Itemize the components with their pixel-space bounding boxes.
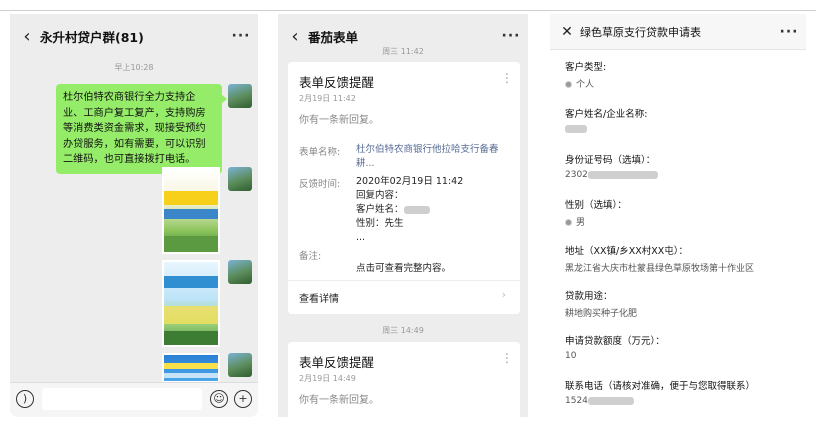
field-label: 申请贷款额度（万元）： (565, 336, 665, 347)
chat-header: ‹ 永升村贷户群(81) ··· (10, 14, 258, 58)
loan-purpose-value: 耕地购买种子化肥 (565, 309, 638, 319)
message-input[interactable] (42, 388, 202, 410)
radio-icon (565, 81, 572, 88)
more-options-icon[interactable]: ··· (224, 28, 258, 44)
card-description: 你有一条新回复。 (299, 395, 379, 406)
id-number-value: 2302 (565, 170, 658, 180)
view-details-link[interactable]: 查看详情 (299, 290, 339, 305)
redacted-phone (587, 396, 634, 405)
field-label: 身份证号码（选填）： (565, 155, 656, 166)
card-more-icon[interactable]: ··· (498, 352, 513, 364)
poster-image-3[interactable] (162, 353, 220, 383)
loan-application-screen: ✕ 绿色草原支行贷款申请表 ··· 客户类型: 个人 客户姓名/企业名称: 身份… (550, 14, 806, 417)
chevron-right-icon: › (501, 288, 506, 301)
customer-name-value (565, 124, 587, 134)
field-label: 联系电话（请核对准确，便于与您取得联系） (565, 381, 756, 392)
card-more-icon[interactable]: ··· (498, 72, 513, 84)
more-options-icon[interactable]: ··· (494, 28, 528, 44)
avatar[interactable] (228, 84, 252, 108)
feedback-card-1[interactable]: 表单反馈提醒 2月19日 11:42 你有一条新回复。 ··· 表单名称: 杜尔… (288, 62, 520, 314)
divider (288, 280, 520, 281)
feedback-time-value: 2020年02月19日 11:42 (356, 176, 464, 187)
redacted-name (565, 124, 587, 133)
field-label: 贷款用途： (565, 291, 613, 302)
field-label: 性别（选填）： (565, 200, 627, 211)
forms-title: 番茄表单 (308, 29, 359, 45)
feedback-time-label: 反馈时间: (299, 179, 341, 190)
card-description: 你有一条新回复。 (299, 115, 379, 126)
top-divider (0, 10, 816, 11)
form-feedback-screen: ‹ 番茄表单 ··· 周三 11:42 表单反馈提醒 2月19日 11:42 你… (278, 14, 528, 417)
plus-icon[interactable]: + (234, 390, 252, 408)
form-name-value[interactable]: 杜尔伯特农商银行他拉哈支行备春耕... (356, 143, 506, 170)
chat-timestamp: 早上10:28 (114, 63, 154, 72)
back-arrow-icon[interactable]: ‹ (278, 26, 308, 47)
address-value: 黑龙江省大庆市杜蒙县绿色草原牧场第十作业区 (565, 264, 755, 274)
phone-value: 1524 (565, 396, 634, 406)
ellipsis-line: ... (356, 232, 366, 243)
close-icon[interactable]: ✕ (550, 24, 580, 40)
customer-name-line: 客户姓名： (356, 203, 430, 217)
gender-line: 性别：先生 (356, 218, 404, 229)
application-title: 绿色草原支行贷款申请表 (580, 25, 701, 39)
feedback-timestamp: 周三 11:42 (382, 47, 424, 56)
back-arrow-icon[interactable]: ‹ (10, 26, 40, 47)
chat-screen: ‹ 永升村贷户群(81) ··· 早上10:28 杜尔伯特农商银行全力支持企业、… (10, 14, 258, 417)
field-label: 地址（XX镇/乡XX村XX屯）： (565, 246, 688, 257)
radio-icon (565, 219, 572, 226)
note-label: 备注: (299, 251, 322, 262)
chat-input-bar: ) ☺ + (10, 382, 258, 417)
gender-value[interactable]: 男 (565, 215, 585, 228)
note-value: 点击可查看完整内容。 (356, 263, 452, 274)
chat-title: 永升村贷户群(81) (40, 29, 144, 45)
avatar[interactable] (228, 167, 252, 191)
loan-amount-value: 10 (565, 351, 577, 361)
avatar[interactable] (228, 260, 252, 284)
form-name-label: 表单名称: (299, 147, 341, 158)
more-options-icon[interactable]: ··· (772, 24, 806, 40)
feedback-timestamp: 周三 14:49 (382, 326, 424, 335)
emoji-icon[interactable]: ☺ (210, 390, 228, 408)
redacted-name (403, 205, 430, 214)
application-header: ✕ 绿色草原支行贷款申请表 ··· (550, 14, 806, 50)
customer-type-value[interactable]: 个人 (565, 77, 594, 90)
voice-icon[interactable]: ) (16, 390, 34, 408)
field-label: 客户类型: (565, 62, 607, 73)
card-title: 表单反馈提醒 (299, 75, 375, 90)
card-date: 2月19日 11:42 (299, 94, 356, 103)
reply-content-label: 回复内容： (356, 190, 404, 201)
field-label: 客户姓名/企业名称: (565, 109, 648, 120)
avatar[interactable] (228, 353, 252, 377)
redacted-id (587, 170, 658, 179)
card-date: 2月19日 14:49 (299, 374, 356, 383)
feedback-card-2[interactable]: 表单反馈提醒 2月19日 14:49 你有一条新回复。 ··· (288, 342, 520, 417)
poster-image-1[interactable] (162, 167, 220, 254)
card-title: 表单反馈提醒 (299, 355, 375, 370)
poster-image-2[interactable] (162, 260, 220, 347)
message-bubble[interactable]: 杜尔伯特农商银行全力支持企业、工商户复工复产，支持购房等消费类资金需求，现接受预… (56, 84, 227, 174)
